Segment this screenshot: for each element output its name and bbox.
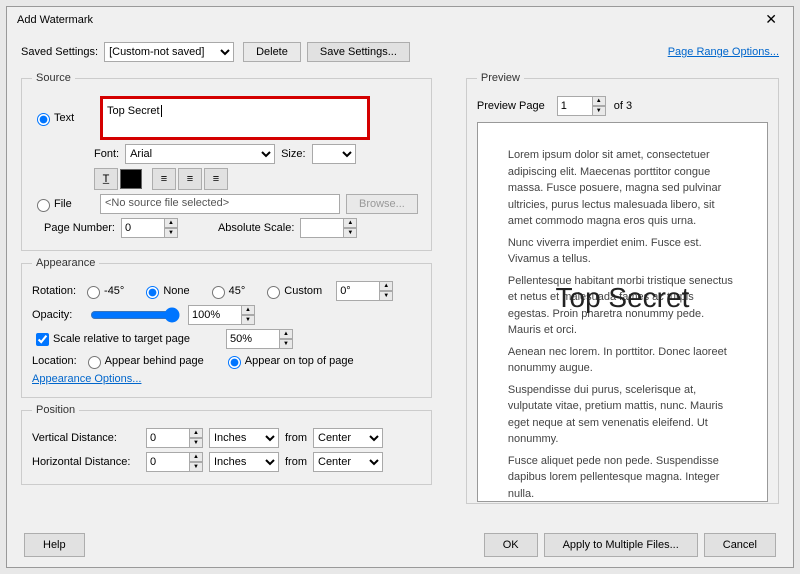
file-radio[interactable]: [37, 199, 50, 212]
close-icon[interactable]: ✕: [759, 11, 783, 28]
vert-from-label: from: [285, 432, 307, 444]
page-number-input[interactable]: [121, 218, 165, 238]
position-fieldset: Position Vertical Distance: ▲▼ Inches fr…: [21, 404, 432, 485]
position-legend: Position: [32, 404, 79, 416]
delete-button[interactable]: Delete: [243, 42, 301, 62]
underline-icon[interactable]: T̲: [94, 168, 118, 190]
appearance-fieldset: Appearance Rotation: -45° None 45° Custo…: [21, 257, 432, 398]
rotation-custom-radio[interactable]: [267, 286, 280, 299]
opacity-spinner[interactable]: ▲▼: [241, 305, 255, 325]
preview-page-input[interactable]: [557, 96, 593, 116]
color-swatch[interactable]: [120, 169, 142, 189]
save-settings-button[interactable]: Save Settings...: [307, 42, 410, 62]
vert-from-select[interactable]: Center: [313, 428, 383, 448]
vert-dist-input[interactable]: [146, 428, 190, 448]
scale-relative-checkbox[interactable]: [36, 333, 49, 346]
vert-unit-select[interactable]: Inches: [209, 428, 279, 448]
horiz-dist-label: Horizontal Distance:: [32, 456, 140, 468]
align-right-icon[interactable]: ≡: [204, 168, 228, 190]
ontop-radio[interactable]: [228, 356, 241, 369]
help-button[interactable]: Help: [24, 533, 85, 557]
size-label: Size:: [281, 148, 305, 160]
text-label: Text: [54, 112, 94, 124]
settings-row: Saved Settings: [Custom-not saved] Delet…: [7, 32, 793, 66]
browse-button[interactable]: Browse...: [346, 194, 418, 214]
file-label: File: [54, 198, 94, 210]
preview-legend: Preview: [477, 72, 524, 84]
opacity-input[interactable]: [188, 305, 242, 325]
rotation-neg45-radio[interactable]: [87, 286, 100, 299]
horiz-from-label: from: [285, 456, 307, 468]
rotation-spinner[interactable]: ▲▼: [379, 281, 393, 301]
behind-radio[interactable]: [88, 356, 101, 369]
scale-relative-spinner[interactable]: ▲▼: [279, 329, 293, 349]
preview-page-label: Preview Page: [477, 100, 545, 112]
align-left-icon[interactable]: ≡: [152, 168, 176, 190]
dialog-title: Add Watermark: [17, 14, 93, 26]
align-center-icon[interactable]: ≡: [178, 168, 202, 190]
rotation-custom-input[interactable]: [336, 281, 380, 301]
page-number-spinner[interactable]: ▲▼: [164, 218, 178, 238]
appearance-options-link[interactable]: Appearance Options...: [32, 373, 141, 385]
preview-page-spinner[interactable]: ▲▼: [592, 96, 606, 116]
appearance-legend: Appearance: [32, 257, 99, 269]
rotation-45-radio[interactable]: [212, 286, 225, 299]
preview-canvas: Lorem ipsum dolor sit amet, consectetuer…: [477, 122, 768, 502]
vert-dist-spinner[interactable]: ▲▼: [189, 428, 203, 448]
horiz-dist-input[interactable]: [146, 452, 190, 472]
location-label: Location:: [32, 355, 77, 367]
horiz-dist-spinner[interactable]: ▲▼: [189, 452, 203, 472]
watermark-preview: Top Secret: [478, 282, 767, 314]
add-watermark-dialog: Add Watermark ✕ Saved Settings: [Custom-…: [6, 6, 794, 568]
font-select[interactable]: Arial: [125, 144, 275, 164]
saved-settings-label: Saved Settings:: [21, 46, 98, 58]
scale-relative-label: Scale relative to target page: [53, 333, 190, 345]
page-range-link[interactable]: Page Range Options...: [668, 46, 779, 58]
saved-settings-select[interactable]: [Custom-not saved]: [104, 42, 234, 62]
abs-scale-label: Absolute Scale:: [218, 222, 294, 234]
opacity-label: Opacity:: [32, 309, 82, 321]
page-number-label: Page Number:: [44, 222, 115, 234]
opacity-slider[interactable]: [90, 307, 180, 323]
source-legend: Source: [32, 72, 75, 84]
size-select[interactable]: [312, 144, 356, 164]
dialog-footer: Help OK Apply to Multiple Files... Cance…: [7, 533, 793, 557]
preview-document-text: Lorem ipsum dolor sit amet, consectetuer…: [508, 147, 737, 502]
ok-button[interactable]: OK: [484, 533, 538, 557]
font-label: Font:: [94, 148, 119, 160]
cancel-button[interactable]: Cancel: [704, 533, 776, 557]
abs-scale-input[interactable]: [300, 218, 344, 238]
abs-scale-spinner[interactable]: ▲▼: [343, 218, 357, 238]
apply-multiple-button[interactable]: Apply to Multiple Files...: [544, 533, 698, 557]
scale-relative-input[interactable]: [226, 329, 280, 349]
rotation-label: Rotation:: [32, 285, 76, 297]
file-path-input[interactable]: <No source file selected>: [100, 194, 340, 214]
rotation-none-radio[interactable]: [146, 286, 159, 299]
text-radio[interactable]: [37, 113, 50, 126]
watermark-text-input[interactable]: Top Secret: [100, 96, 370, 140]
vert-dist-label: Vertical Distance:: [32, 432, 140, 444]
horiz-from-select[interactable]: Center: [313, 452, 383, 472]
source-fieldset: Source Text Top Secret Font: Arial Size:…: [21, 72, 432, 251]
preview-fieldset: Preview Preview Page ▲▼ of 3 Lorem ipsum…: [466, 72, 779, 504]
horiz-unit-select[interactable]: Inches: [209, 452, 279, 472]
preview-of-total: of 3: [614, 100, 632, 112]
title-bar: Add Watermark ✕: [7, 7, 793, 32]
